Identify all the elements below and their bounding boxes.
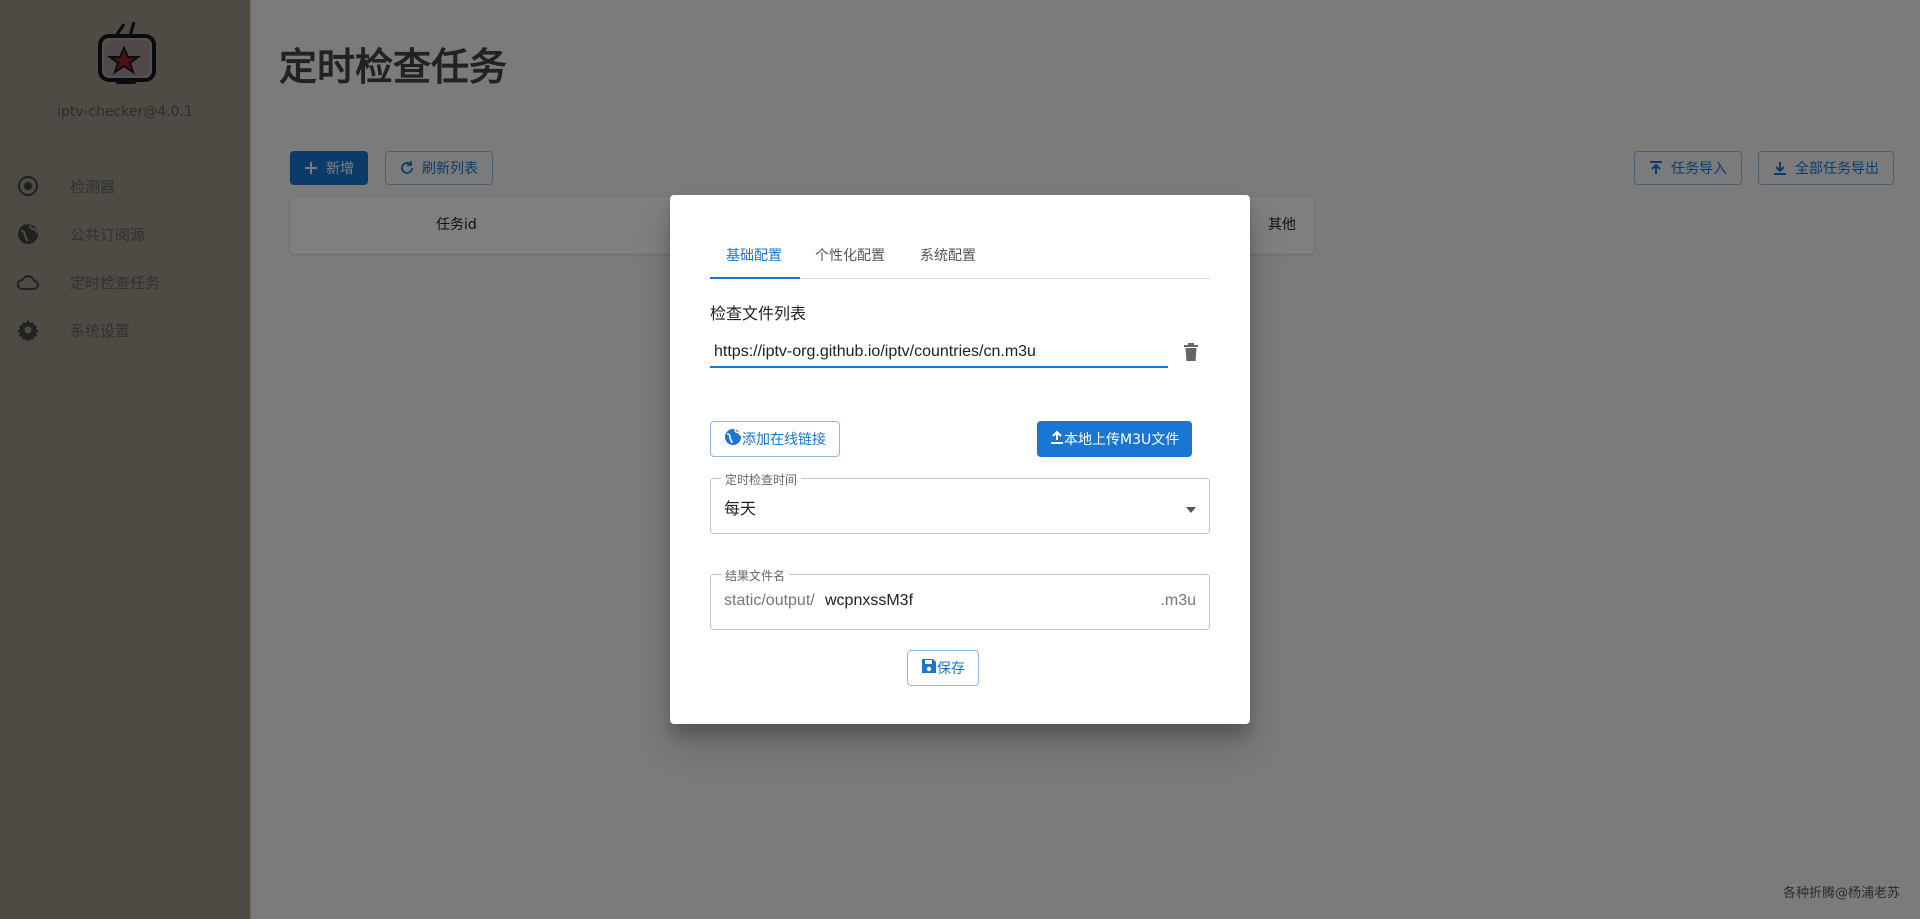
filename-suffix: .m3u (1160, 592, 1196, 609)
tab-basic-config[interactable]: 基础配置 (726, 235, 782, 278)
sidebar-backdrop (0, 0, 250, 919)
file-list-label: 检查文件列表 (710, 304, 807, 323)
save-button[interactable]: 保存 (907, 650, 979, 686)
schedule-label: 定时检查时间 (721, 471, 802, 488)
upload-local-m3u-button[interactable]: 本地上传M3U文件 (1037, 421, 1193, 457)
save-icon (921, 658, 937, 678)
url-input[interactable] (710, 340, 1176, 364)
dropdown-arrow-icon (1185, 499, 1197, 518)
url-field (710, 340, 1176, 368)
tab-personal-config[interactable]: 个性化配置 (815, 235, 885, 278)
delete-url-button[interactable] (1180, 343, 1202, 365)
task-config-dialog: 基础配置 个性化配置 系统配置 检查文件列表 添加在线链接 本地上传M3U文件 … (670, 195, 1250, 724)
dialog-tabs: 基础配置 个性化配置 系统配置 (710, 235, 1210, 279)
filename-prefix: static/output/ (724, 592, 815, 609)
globe-icon (724, 428, 742, 450)
schedule-value: 每天 (724, 499, 757, 518)
upload-icon (1050, 430, 1064, 448)
schedule-select[interactable]: 定时检查时间 每天 (710, 471, 1210, 534)
add-online-link-button[interactable]: 添加在线链接 (710, 421, 840, 457)
result-filename-label: 结果文件名 (721, 567, 790, 584)
filename-input[interactable]: wcpnxssM3f (825, 592, 913, 610)
tab-system-config[interactable]: 系统配置 (920, 235, 976, 278)
trash-icon (1184, 343, 1198, 365)
active-tab-indicator (710, 277, 800, 279)
result-filename-field: 结果文件名 static/output/ wcpnxssM3f .m3u (710, 567, 1210, 630)
